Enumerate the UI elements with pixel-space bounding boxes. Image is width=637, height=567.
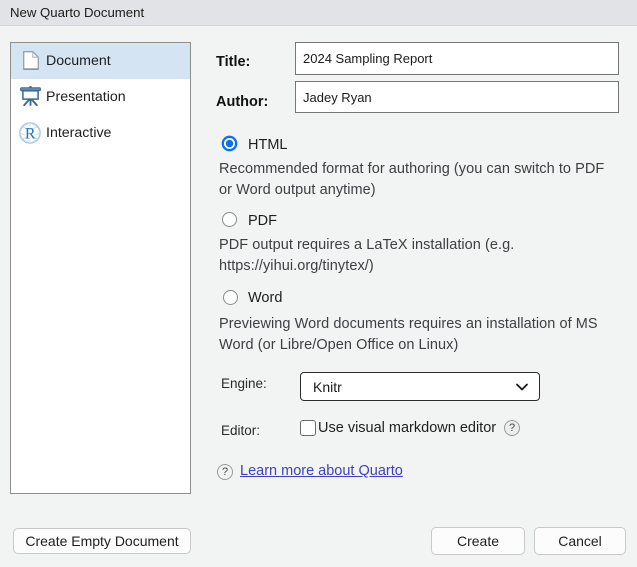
svg-text:R: R [25,126,36,143]
